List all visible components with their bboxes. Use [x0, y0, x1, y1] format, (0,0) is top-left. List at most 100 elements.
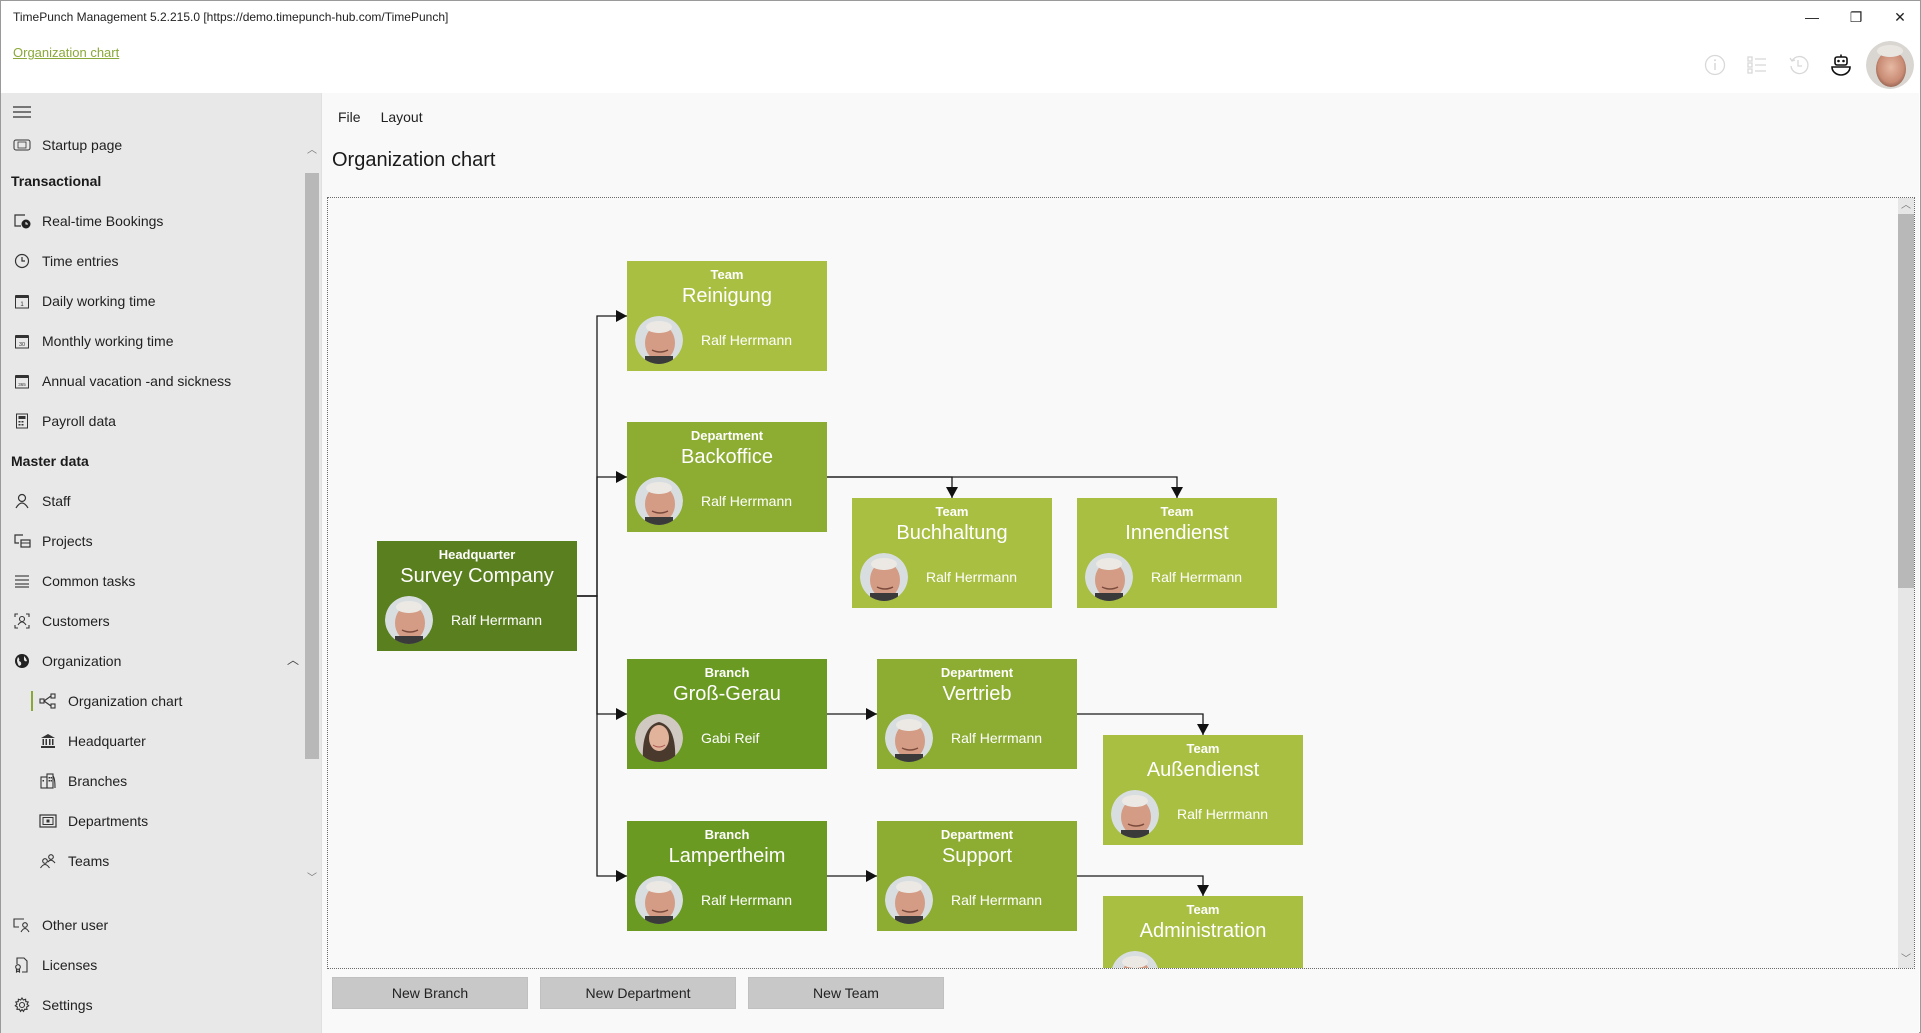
- sidebar-scrollbar[interactable]: [305, 173, 319, 759]
- node-name: Support: [941, 845, 1013, 867]
- sidebar-scrollbar-thumb[interactable]: [305, 173, 319, 759]
- new-branch-button[interactable]: New Branch: [332, 977, 528, 1009]
- restore-button[interactable]: ❐: [1836, 5, 1876, 29]
- canvas-scrollbar-thumb[interactable]: [1898, 214, 1914, 588]
- info-icon[interactable]: [1694, 44, 1736, 86]
- sidebar-item-branches[interactable]: Branches: [1, 763, 301, 799]
- sidebar-item-other-user[interactable]: Other user: [1, 907, 301, 943]
- sidebar-item-label: Common tasks: [42, 573, 136, 589]
- breadcrumb-link[interactable]: Organization chart: [13, 45, 119, 60]
- canvas-scroll-up-button[interactable]: ︿: [1898, 198, 1914, 214]
- canvas-scroll-down-button[interactable]: ﹀: [1898, 952, 1914, 968]
- org-node-grossgerau[interactable]: Branch Groß-Gerau Gabi Reif: [627, 659, 827, 769]
- node-manager: Ralf Herrmann: [1111, 951, 1268, 968]
- menu-bar: File Layout: [338, 109, 423, 125]
- minimize-button[interactable]: —: [1792, 5, 1832, 29]
- canvas-scrollbar[interactable]: ︿ ﹀: [1898, 198, 1914, 968]
- org-node-aussendienst[interactable]: Team Außendienst Ralf Herrmann: [1103, 735, 1303, 845]
- app-window: TimePunch Management 5.2.215.0 [https://…: [0, 0, 1921, 1033]
- sidebar-item-monthly-working-time[interactable]: 30 Monthly working time: [1, 323, 301, 359]
- sidebar-item-projects[interactable]: Projects: [1, 523, 301, 559]
- connector-line: [577, 595, 627, 877]
- node-manager: Ralf Herrmann: [1111, 790, 1268, 838]
- org-node-backoffice[interactable]: Department Backoffice Ralf Herrmann: [627, 422, 827, 532]
- org-node-reinigung[interactable]: Team Reinigung Ralf Herrmann: [627, 261, 827, 371]
- manager-avatar: [1112, 951, 1158, 968]
- manager-avatar: [635, 714, 683, 762]
- node-kind: Team: [1186, 741, 1220, 756]
- sidebar-item-label: Real-time Bookings: [42, 213, 164, 229]
- sidebar-item-time-entries[interactable]: Time entries: [1, 243, 301, 279]
- sidebar-item-payroll-data[interactable]: Payroll data: [1, 403, 301, 439]
- close-button[interactable]: ✕: [1880, 5, 1920, 29]
- node-manager: Ralf Herrmann: [860, 553, 1017, 601]
- sidebar-item-staff[interactable]: Staff: [1, 483, 301, 519]
- org-chart-canvas[interactable]: Headquarter Survey Company Ralf Herrmann Te…: [327, 197, 1915, 969]
- checklist-icon[interactable]: [1736, 44, 1778, 86]
- org-node-lampertheim[interactable]: Branch Lampertheim Ralf Herrmann: [627, 821, 827, 931]
- sidebar-item-settings[interactable]: Settings: [1, 987, 301, 1023]
- page-title: Organization chart: [332, 149, 496, 171]
- sidebar-item-organization-chart[interactable]: Organization chart: [1, 683, 301, 719]
- sidebar-item-label: Monthly working time: [42, 333, 174, 349]
- sidebar-item-label: Other user: [42, 917, 109, 933]
- sidebar-item-real-time-bookings[interactable]: Real-time Bookings: [1, 203, 301, 239]
- org-node-innendienst[interactable]: Team Innendienst Ralf Herrmann: [1077, 498, 1277, 608]
- connector-line: [1077, 713, 1204, 735]
- bot-icon[interactable]: [1820, 44, 1862, 86]
- calendar-month-icon: 30: [12, 331, 32, 351]
- list-icon: [12, 571, 32, 591]
- sidebar-item-headquarter[interactable]: Headquarter: [1, 723, 301, 759]
- org-node-buchhaltung[interactable]: Team Buchhaltung Ralf Herrmann: [852, 498, 1052, 608]
- node-manager: Ralf Herrmann: [635, 316, 792, 364]
- title-bar: TimePunch Management 5.2.215.0 [https://…: [1, 1, 1920, 33]
- sidebar-scroll-down-button[interactable]: ﹀: [305, 869, 319, 884]
- hamburger-menu-icon[interactable]: [13, 105, 31, 119]
- org-node-support[interactable]: Department Support Ralf Herrmann: [877, 821, 1077, 931]
- connector-arrow: [866, 870, 877, 882]
- sidebar-item-customers[interactable]: Customers: [1, 603, 301, 639]
- manager-avatar: [385, 596, 433, 644]
- sidebar-item-label: Headquarter: [68, 733, 146, 749]
- chevron-up-icon[interactable]: ︿: [287, 651, 299, 668]
- manager-avatar: [1085, 553, 1133, 601]
- sidebar-item-label: Time entries: [42, 253, 119, 269]
- sidebar-item-label: Settings: [42, 997, 93, 1013]
- node-manager: Ralf Herrmann: [385, 596, 542, 644]
- node-name: Administration: [1139, 920, 1267, 942]
- node-kind: Team: [935, 504, 969, 519]
- new-department-button[interactable]: New Department: [540, 977, 736, 1009]
- sidebar-item-label: Projects: [42, 533, 93, 549]
- manager-avatar: [885, 876, 933, 924]
- org-node-administration[interactable]: Team Administration Ralf Herrmann: [1103, 896, 1303, 968]
- sidebar-item-daily-working-time[interactable]: 1 Daily working time: [1, 283, 301, 319]
- sidebar-scroll-up-button[interactable]: ︿: [305, 141, 319, 156]
- node-kind: Team: [710, 267, 744, 282]
- node-name: Innendienst: [1125, 522, 1229, 544]
- sidebar-item-common-tasks[interactable]: Common tasks: [1, 563, 301, 599]
- sidebar-item-annual-vacation[interactable]: 365 Annual vacation -and sickness: [1, 363, 301, 399]
- sidebar: Startup page Transactional Real-time Boo…: [1, 93, 321, 1033]
- manager-name: Ralf Herrmann: [1177, 967, 1268, 968]
- sidebar-item-teams[interactable]: Teams: [1, 843, 301, 879]
- sidebar-item-departments[interactable]: Departments: [1, 803, 301, 839]
- menu-file[interactable]: File: [338, 109, 361, 125]
- node-kind: Department: [940, 827, 1014, 842]
- manager-name: Ralf Herrmann: [951, 730, 1043, 746]
- sidebar-item-organization[interactable]: Organization ︿: [1, 643, 301, 679]
- user-avatar[interactable]: [1866, 41, 1914, 89]
- node-manager: Ralf Herrmann: [635, 477, 792, 525]
- new-team-button[interactable]: New Team: [748, 977, 944, 1009]
- sidebar-item-label: Departments: [68, 813, 149, 829]
- history-icon[interactable]: [1778, 44, 1820, 86]
- org-node-vertrieb[interactable]: Department Vertrieb Ralf Herrmann: [877, 659, 1077, 769]
- sidebar-item-startup-page[interactable]: Startup page: [1, 133, 301, 163]
- connector-arrow: [1197, 724, 1209, 735]
- svg-text:365: 365: [18, 382, 26, 387]
- node-kind: Team: [1160, 504, 1194, 519]
- menu-layout[interactable]: Layout: [381, 109, 423, 125]
- connector-arrow: [616, 870, 627, 882]
- sidebar-item-licenses[interactable]: Licenses: [1, 947, 301, 983]
- org-node-hq[interactable]: Headquarter Survey Company Ralf Herrmann: [377, 541, 577, 651]
- person-icon: [12, 491, 32, 511]
